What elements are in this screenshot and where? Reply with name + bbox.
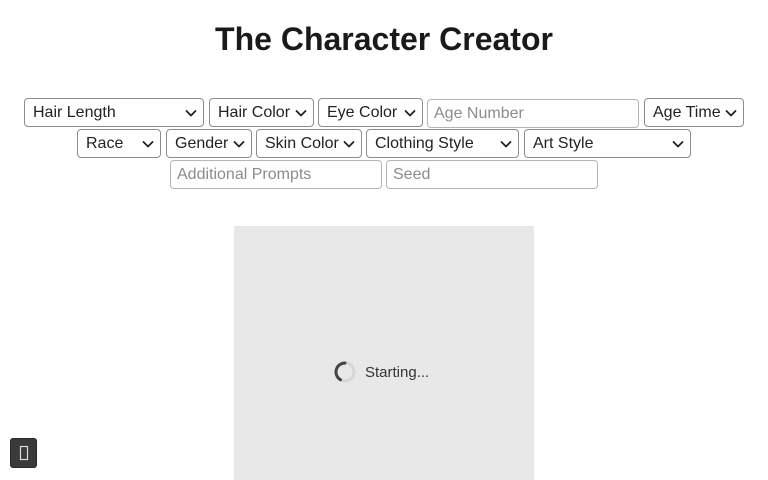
- chevron-down-icon: [343, 140, 355, 147]
- chevron-down-icon: [500, 140, 512, 147]
- clothing-style-select-label: Clothing Style: [375, 134, 474, 152]
- age-time-select-label: Age Time: [653, 103, 721, 121]
- skin-color-select[interactable]: Skin Color: [256, 129, 362, 158]
- race-select-label: Race: [86, 134, 124, 152]
- page-title: The Character Creator: [215, 21, 553, 57]
- hair-length-select[interactable]: Hair Length: [24, 98, 204, 127]
- chevron-down-icon: [233, 140, 245, 147]
- chevron-down-icon: [672, 140, 684, 147]
- eye-color-select-label: Eye Color: [327, 103, 398, 121]
- chevron-down-icon: [404, 109, 416, 116]
- gender-select[interactable]: Gender: [166, 129, 252, 158]
- hair-color-select-label: Hair Color: [218, 103, 291, 121]
- age-number-input[interactable]: [427, 99, 639, 128]
- age-time-select[interactable]: Age Time: [644, 98, 744, 127]
- additional-prompts-input[interactable]: [170, 160, 382, 189]
- loading-status: Starting...: [334, 359, 429, 385]
- loading-status-text: Starting...: [365, 363, 430, 381]
- race-select[interactable]: Race: [77, 129, 161, 158]
- gender-select-label: Gender: [175, 134, 229, 152]
- hair-length-select-label: Hair Length: [33, 103, 116, 121]
- character-creator-page: The Character Creator Hair Length Hair C…: [0, 0, 768, 480]
- clothing-style-select[interactable]: Clothing Style: [366, 129, 519, 158]
- image-preview-panel: [234, 226, 534, 480]
- skin-color-select-label: Skin Color: [265, 134, 339, 152]
- art-style-select[interactable]: Art Style: [524, 129, 691, 158]
- art-style-select-label: Art Style: [533, 134, 594, 152]
- seed-input[interactable]: [386, 160, 598, 189]
- hair-color-select[interactable]: Hair Color: [209, 98, 314, 127]
- loading-spinner-icon: [334, 361, 356, 383]
- chevron-down-icon: [295, 109, 307, 116]
- chevron-down-icon: [725, 109, 737, 116]
- chevron-down-icon: [142, 140, 154, 147]
- menu-icon: [19, 445, 28, 461]
- eye-color-select[interactable]: Eye Color: [318, 98, 423, 127]
- chevron-down-icon: [185, 109, 197, 116]
- menu-button[interactable]: [10, 438, 37, 468]
